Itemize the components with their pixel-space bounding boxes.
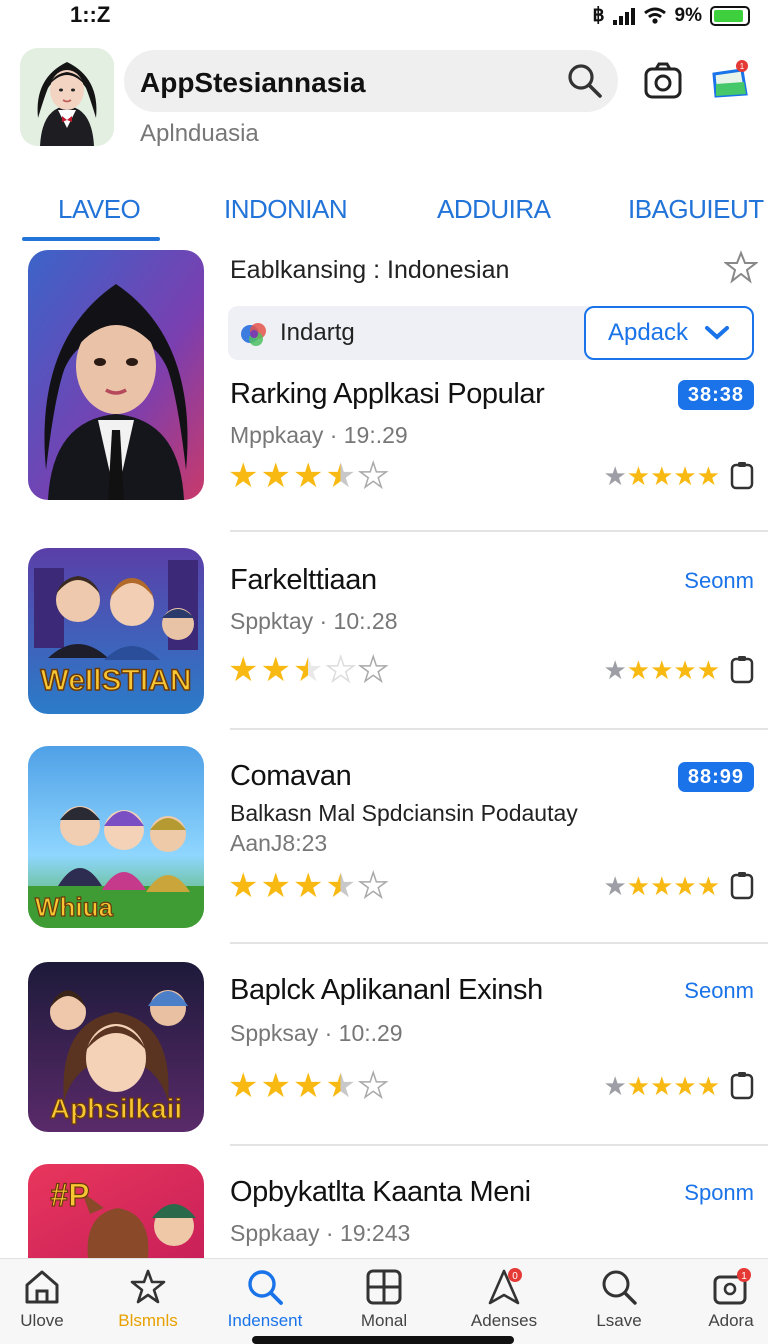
- bluetooth-icon: ฿: [592, 5, 605, 26]
- panel-icon[interactable]: 1: [708, 58, 752, 102]
- apdack-button-label: Apdack: [607, 319, 689, 346]
- bell-icon: 0: [488, 1268, 522, 1305]
- app-thumbnail-3[interactable]: Whiua: [28, 746, 204, 928]
- developer-row: Indartg Apdack: [228, 306, 754, 360]
- search-icon[interactable]: [566, 62, 604, 100]
- active-tab-indicator: [22, 237, 160, 241]
- star-rating-1: ★ ★ ★ ★ ★: [228, 457, 389, 495]
- open-link-2[interactable]: Seonm: [684, 568, 754, 594]
- nav-item-monal[interactable]: Monal: [329, 1267, 439, 1331]
- notification-badge: 1: [741, 1271, 747, 1282]
- app-meta-2: Sppktay · 10:.28: [230, 608, 398, 634]
- nav-label: Indensent: [227, 1311, 303, 1330]
- nav-label: Ulove: [20, 1311, 64, 1330]
- divider: [230, 942, 768, 944]
- search-icon: [602, 1270, 637, 1305]
- clipboard-icon[interactable]: [730, 654, 754, 684]
- app-meta-4: Sppksay · 10:.29: [230, 1020, 403, 1046]
- nav-label: Adora: [708, 1311, 754, 1330]
- open-link-4[interactable]: Seonm: [684, 978, 754, 1004]
- nav-item-ulove[interactable]: Ulove: [0, 1267, 97, 1331]
- thumbnail-text-3: Whiua: [35, 892, 114, 922]
- app-meta-1: Mppkaay · 19:.29: [230, 422, 408, 448]
- divider: [230, 1144, 768, 1146]
- app-thumbnail-4[interactable]: Aphsilkaii: [28, 962, 204, 1132]
- nav-label: Lsave: [596, 1311, 642, 1330]
- star-rating-3: ★ ★ ★ ★ ★: [228, 867, 389, 905]
- app-thumbnail-2[interactable]: WeIlSTIAN: [28, 548, 204, 714]
- app-thumbnail-5[interactable]: #P: [28, 1164, 204, 1258]
- clipboard-icon[interactable]: [730, 1070, 754, 1100]
- divider: [230, 728, 768, 730]
- signal-icon: [612, 7, 635, 25]
- clipboard-icon[interactable]: [730, 460, 754, 490]
- category-tabs: LAVEO INDONIAN ADDUIRA IBAGUIEUT: [0, 188, 768, 242]
- divider: [230, 530, 768, 532]
- nav-label: Blsmnls: [118, 1311, 178, 1330]
- chevron-down-icon: [705, 326, 730, 340]
- grid-icon: [366, 1269, 402, 1305]
- battery-icon: [710, 5, 750, 26]
- app-description-3: Balkasn Mal Spdciansin Podautay: [230, 800, 578, 826]
- home-icon: [25, 1270, 59, 1304]
- profile-icon: 1: [713, 1268, 751, 1305]
- star-icon: [130, 1269, 166, 1304]
- tab-adduira[interactable]: ADDUIRA: [437, 194, 551, 225]
- app-title-4[interactable]: Baplck Aplikananl Exinsh: [230, 974, 543, 1007]
- nav-item-adora[interactable]: 1 Adora: [676, 1267, 768, 1331]
- star-rating-4: ★ ★ ★ ★ ★: [228, 1067, 389, 1105]
- time-badge-3: 88:99: [677, 762, 754, 792]
- tab-indonian[interactable]: INDONIAN: [224, 194, 348, 225]
- time-badge-1: 38:38: [677, 380, 754, 410]
- status-time: 1::Z: [70, 2, 111, 27]
- clipboard-icon[interactable]: [730, 870, 754, 900]
- search-bar[interactable]: AppStesiannasia: [124, 50, 618, 112]
- app-thumbnail-1[interactable]: [28, 250, 204, 500]
- bottom-nav: Ulove Blsmnls Indensent Monal 0 Adenses: [0, 1258, 768, 1344]
- nav-item-lsave[interactable]: Lsave: [564, 1267, 674, 1331]
- app-title-2[interactable]: Farkelttiaan: [230, 564, 377, 597]
- notification-badge: 0: [512, 1271, 518, 1282]
- thumbnail-text-5: #P: [50, 1177, 89, 1213]
- thumbnail-text-4: Aphsilkaii: [50, 1093, 182, 1124]
- status-icons: ฿ 9%: [592, 4, 750, 27]
- secondary-rating-2: ★ ★ ★ ★ ★: [603, 655, 720, 685]
- camera-icon[interactable]: [642, 60, 684, 102]
- status-bar: 1::Z ฿ 9%: [0, 0, 768, 34]
- open-link-5[interactable]: Sponm: [684, 1180, 754, 1206]
- star-rating-2: ★ ★ ★ ★ ★: [228, 651, 389, 689]
- nav-label: Adenses: [470, 1311, 538, 1330]
- header-subtitle: Aplnduasia: [140, 120, 259, 147]
- apdack-button[interactable]: Apdack: [584, 306, 754, 360]
- nav-label: Monal: [360, 1311, 408, 1330]
- app-title-3[interactable]: Comavan: [230, 760, 352, 793]
- star-outline-icon[interactable]: [724, 250, 758, 284]
- developer-name: Indartg: [280, 319, 355, 346]
- search-input[interactable]: AppStesiannasia: [140, 67, 366, 99]
- secondary-rating-4: ★ ★ ★ ★ ★: [603, 1071, 720, 1101]
- secondary-rating-1: ★ ★ ★ ★ ★: [603, 461, 720, 491]
- tab-laveo[interactable]: LAVEO: [58, 194, 141, 225]
- featured-title: Eablkansing : Indonesian: [230, 256, 510, 284]
- wifi-icon: [643, 7, 666, 24]
- nav-item-adenses[interactable]: 0 Adenses: [449, 1267, 559, 1331]
- svg-text:1: 1: [740, 62, 745, 71]
- tab-ibaguieut[interactable]: IBAGUIEUT: [628, 194, 764, 225]
- developer-logo-icon: [241, 323, 266, 346]
- nav-item-blsmnls[interactable]: Blsmnls: [93, 1267, 203, 1331]
- home-indicator: [252, 1336, 514, 1344]
- battery-percent: 9%: [674, 4, 702, 26]
- secondary-rating-3: ★ ★ ★ ★ ★: [603, 871, 720, 901]
- avatar[interactable]: [20, 48, 114, 146]
- app-title-5[interactable]: Opbykatlta Kaanta Meni: [230, 1176, 531, 1209]
- nav-item-indensent[interactable]: Indensent: [210, 1267, 320, 1331]
- app-meta-3: AanJ8:23: [230, 830, 328, 856]
- search-icon: [248, 1270, 283, 1305]
- thumbnail-text-2: WeIlSTIAN: [40, 664, 191, 697]
- app-meta-5: Sppkaay · 19:243: [230, 1220, 411, 1246]
- app-title-1[interactable]: Rarking Applkasi Popular: [230, 378, 545, 411]
